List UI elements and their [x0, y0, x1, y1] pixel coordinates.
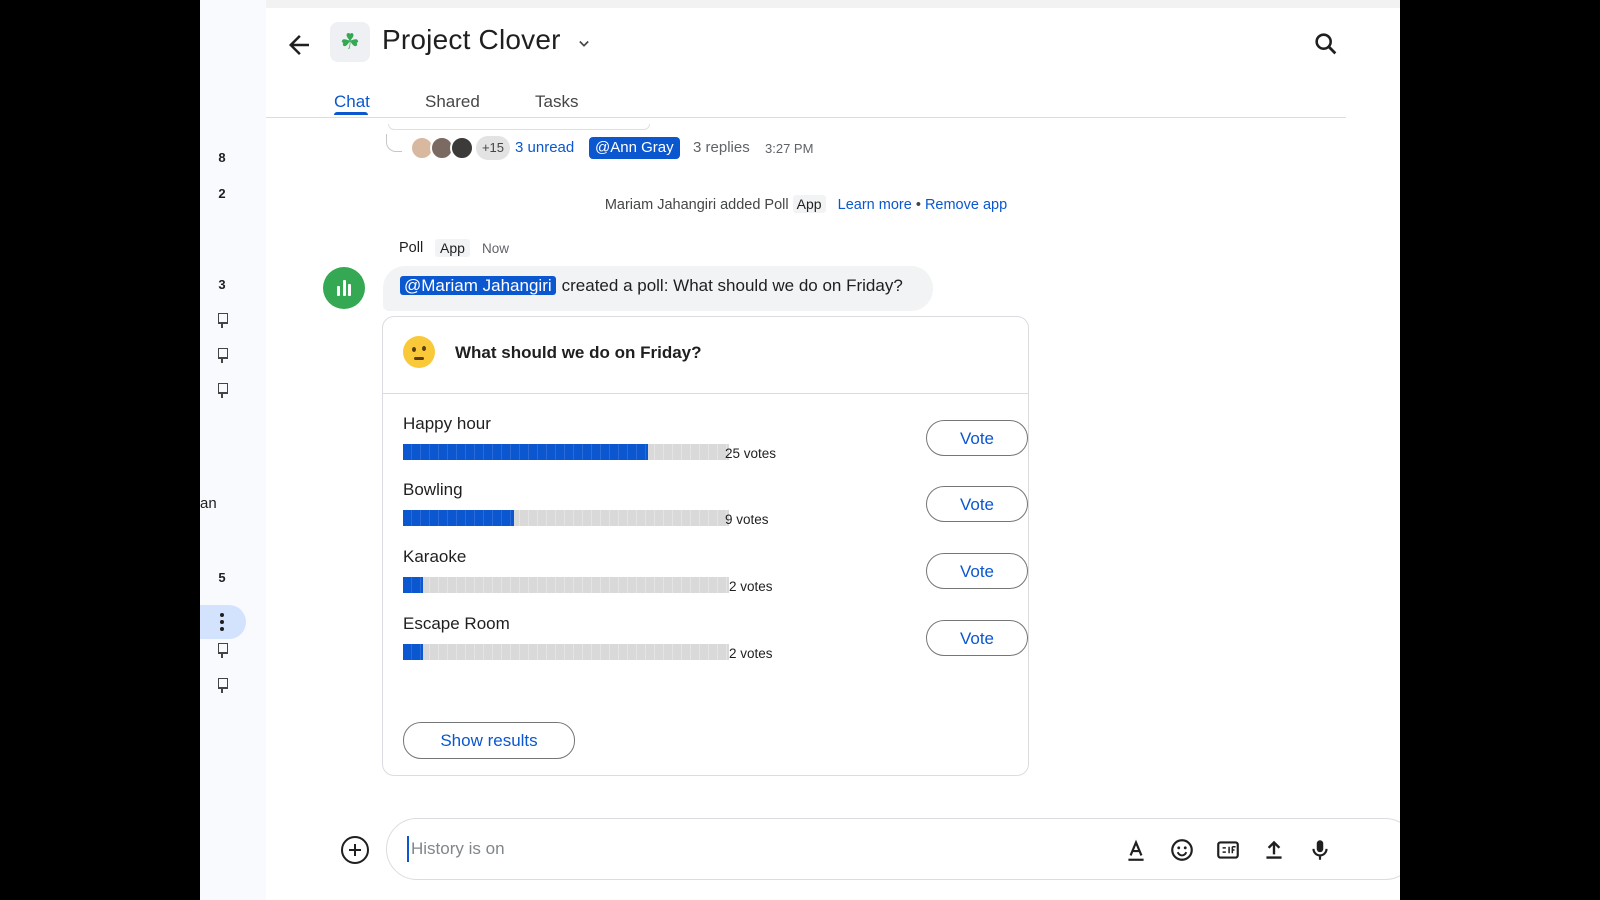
emoji-icon[interactable]	[1169, 837, 1195, 863]
message-text: created a poll: What should we do on Fri…	[561, 276, 903, 295]
thread-connector	[386, 134, 402, 152]
poll-result-bar	[403, 510, 729, 526]
pin-icon[interactable]	[214, 382, 230, 398]
system-message-text: Mariam Jahangiri added Poll	[604, 197, 789, 213]
rail-count: 2	[218, 186, 226, 201]
gif-icon[interactable]	[1215, 837, 1241, 863]
poll-result-fill	[403, 644, 423, 660]
vote-button[interactable]: Vote	[926, 486, 1028, 522]
app-badge: App	[435, 239, 470, 257]
reply-timestamp: 3:27 PM	[765, 141, 814, 156]
sender-name[interactable]: Poll	[399, 240, 423, 256]
poll-card-header: What should we do on Friday?	[383, 317, 1028, 394]
learn-more-link[interactable]: Learn more	[838, 197, 912, 213]
unread-link[interactable]: 3 unread	[515, 139, 574, 156]
active-tab-indicator	[334, 112, 368, 115]
poll-option-label: Karaoke	[403, 547, 467, 566]
poll-vote-count: 2 votes	[729, 579, 773, 594]
show-results-button[interactable]: Show results	[403, 722, 575, 759]
vote-button[interactable]: Vote	[926, 420, 1028, 456]
poll-result-fill	[403, 510, 514, 526]
left-rail: 8 2 3 an 5	[200, 0, 266, 900]
poll-card: What should we do on Friday? Happy hour …	[382, 316, 1029, 776]
vote-button[interactable]: Vote	[926, 620, 1028, 656]
mention-chip[interactable]: @Mariam Jahangiri	[400, 276, 556, 295]
poll-result-bar	[403, 644, 729, 660]
back-arrow-icon[interactable]	[284, 30, 314, 60]
rail-count: 5	[218, 570, 226, 585]
poll-vote-count: 2 votes	[729, 646, 773, 661]
poll-vote-count: 25 votes	[725, 446, 777, 461]
poll-vote-count: 9 votes	[725, 512, 769, 527]
poll-app-avatar-icon[interactable]	[323, 267, 365, 309]
text-format-icon[interactable]	[1123, 837, 1149, 863]
tab-chat[interactable]: Chat	[334, 92, 370, 112]
pin-icon[interactable]	[214, 677, 230, 693]
poll-result-fill	[403, 444, 648, 460]
system-message: Mariam Jahangiri added Poll App Learn mo…	[266, 195, 1346, 213]
add-icon[interactable]	[341, 836, 369, 864]
space-header: ☘ Project Clover Chat Shared Tasks	[266, 8, 1346, 118]
rail-partial-label: an	[200, 495, 217, 512]
poll-option-label: Escape Room	[403, 614, 510, 633]
rail-count: 3	[218, 277, 226, 292]
message-input[interactable]	[407, 836, 1087, 862]
more-vert-icon[interactable]	[219, 613, 225, 631]
message-timestamp: Now	[482, 241, 510, 256]
avatar	[450, 136, 474, 160]
message-composer	[386, 818, 1400, 880]
microphone-icon[interactable]	[1307, 837, 1333, 863]
thinking-face-icon	[403, 336, 435, 368]
message-bubble: @Mariam Jahangiri created a poll: What sh…	[383, 266, 933, 311]
poll-option: Bowling 9 votes Vote	[403, 480, 1028, 540]
pin-icon[interactable]	[214, 347, 230, 363]
pin-icon[interactable]	[214, 642, 230, 658]
space-title[interactable]: Project Clover	[382, 24, 561, 56]
top-strip	[266, 0, 1400, 8]
space-clover-icon: ☘	[330, 22, 370, 62]
previous-message-edge	[388, 124, 650, 130]
tab-tasks[interactable]: Tasks	[535, 92, 578, 112]
poll-option: Escape Room 2 votes Vote	[403, 614, 1028, 674]
chevron-down-icon[interactable]	[574, 34, 594, 54]
poll-option: Happy hour 25 votes Vote	[403, 414, 1028, 474]
main-panel: ☘ Project Clover Chat Shared Tasks +15 3…	[266, 0, 1400, 900]
pin-icon[interactable]	[214, 312, 230, 328]
poll-option: Karaoke 2 votes Vote	[403, 547, 1028, 607]
poll-result-fill	[403, 577, 423, 593]
remove-app-link[interactable]: Remove app	[925, 197, 1007, 213]
avatar-overflow-count: +15	[476, 136, 510, 160]
app-window: 8 2 3 an 5 ☘ Project Clover Chat Shared …	[200, 0, 1400, 900]
vote-button[interactable]: Vote	[926, 553, 1028, 589]
poll-option-label: Bowling	[403, 480, 463, 499]
search-icon[interactable]	[1312, 30, 1340, 58]
poll-question: What should we do on Friday?	[455, 343, 702, 362]
poll-option-label: Happy hour	[403, 414, 491, 433]
separator-dot: •	[915, 197, 921, 213]
app-badge: App	[792, 195, 826, 213]
reply-count[interactable]: 3 replies	[693, 139, 750, 156]
poll-result-bar	[403, 577, 729, 593]
rail-count: 8	[218, 150, 226, 165]
poll-result-bar	[403, 444, 729, 460]
upload-icon[interactable]	[1261, 837, 1287, 863]
mention-chip[interactable]: @Ann Gray	[589, 137, 680, 159]
tab-shared[interactable]: Shared	[425, 92, 480, 112]
